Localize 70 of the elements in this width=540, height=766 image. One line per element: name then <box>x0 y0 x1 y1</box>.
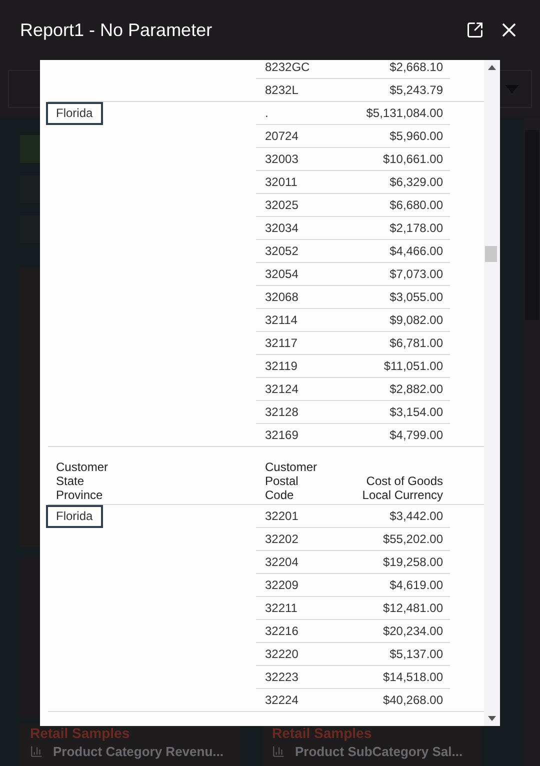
table-cell: 32124 <box>256 378 350 401</box>
table-cell: 32202 <box>256 528 350 551</box>
table-cell-text: $5,243.79 <box>388 82 444 99</box>
table-cell: $6,329.00 <box>350 171 450 194</box>
table-cell-text: $40,268.00 <box>382 692 444 709</box>
table-cell: $2,178.00 <box>350 217 450 240</box>
table-cell-text: 8232L <box>264 82 300 99</box>
table-cell: Florida <box>46 505 103 528</box>
table-cell: . <box>256 102 350 125</box>
table-cell: 32068 <box>256 286 350 309</box>
table-cell: $9,082.00 <box>350 309 450 332</box>
table-cell: 32223 <box>256 666 350 689</box>
card-title: Product Category Revenu... <box>53 744 224 759</box>
table-cell: $4,466.00 <box>350 240 450 263</box>
table-cell-text: 32224 <box>264 692 300 709</box>
table-cell: 32216 <box>256 620 350 643</box>
scrollbar[interactable] <box>484 60 500 726</box>
scrollbar-thumb[interactable] <box>485 246 497 262</box>
table-cell-text: 32169 <box>264 427 300 444</box>
table-cell: 32201 <box>256 505 350 528</box>
dialog-title: Report1 - No Parameter <box>20 18 212 42</box>
table-cell: $10,661.00 <box>350 148 450 171</box>
table-cell: $5,960.00 <box>350 125 450 148</box>
table-cell: $55,202.00 <box>350 528 450 551</box>
table-cell: 32003 <box>256 148 350 171</box>
card-title: Product SubCategory Sal... <box>295 744 463 759</box>
table-cell: $2,882.00 <box>350 378 450 401</box>
table-cell: $7,073.00 <box>350 263 450 286</box>
table-cell: 20724 <box>256 125 350 148</box>
table-cell: 32117 <box>256 332 350 355</box>
table-cell: 32034 <box>256 217 350 240</box>
table-cell: $19,258.00 <box>350 551 450 574</box>
table-cell: $3,442.00 <box>350 505 450 528</box>
scroll-down-icon[interactable] <box>488 716 496 721</box>
table-cell: 32209 <box>256 574 350 597</box>
table-cell: $4,619.00 <box>350 574 450 597</box>
column-header: Customer Postal Code <box>264 460 318 502</box>
external-link-icon <box>466 21 484 39</box>
table-cell: 32052 <box>256 240 350 263</box>
table-cell: $3,055.00 <box>350 286 450 309</box>
table-cell: 32025 <box>256 194 350 217</box>
table-cell: $5,131,084.00 <box>350 102 450 125</box>
table-cell: $3,154.00 <box>350 401 450 424</box>
card-source: Retail Samples <box>272 725 373 741</box>
table-cell: $12,481.00 <box>350 597 450 620</box>
table-cell: $6,781.00 <box>350 332 450 355</box>
table-cell: $2,668.10 <box>350 60 450 79</box>
table-cell: 32054 <box>256 263 350 286</box>
scroll-up-icon[interactable] <box>488 65 496 70</box>
table-cell: 32211 <box>256 597 350 620</box>
card-source: Retail Samples <box>30 725 131 741</box>
table-cell: $5,137.00 <box>350 643 450 666</box>
table-cell: 32114 <box>256 309 350 332</box>
table-cell: 32128 <box>256 401 350 424</box>
bar-chart-icon <box>30 745 43 758</box>
table-cell: 32119 <box>256 355 350 378</box>
table-cell: 32204 <box>256 551 350 574</box>
table-cell: Florida <box>46 102 103 125</box>
table-cell: 32220 <box>256 643 350 666</box>
table-cell-text: $4,799.00 <box>388 427 444 444</box>
table-cell: $11,051.00 <box>350 355 450 378</box>
bar-chart-icon <box>272 745 285 758</box>
column-header: Cost of Goods Local Currency <box>361 474 444 502</box>
table-cell: $14,518.00 <box>350 666 450 689</box>
table-cell: 8232GC <box>256 60 350 79</box>
table-cell: $6,680.00 <box>350 194 450 217</box>
open-external-button[interactable] <box>466 21 484 39</box>
table-cell: $20,234.00 <box>350 620 450 643</box>
column-header: Customer State Province <box>55 460 110 502</box>
table-cell: 32011 <box>256 171 350 194</box>
